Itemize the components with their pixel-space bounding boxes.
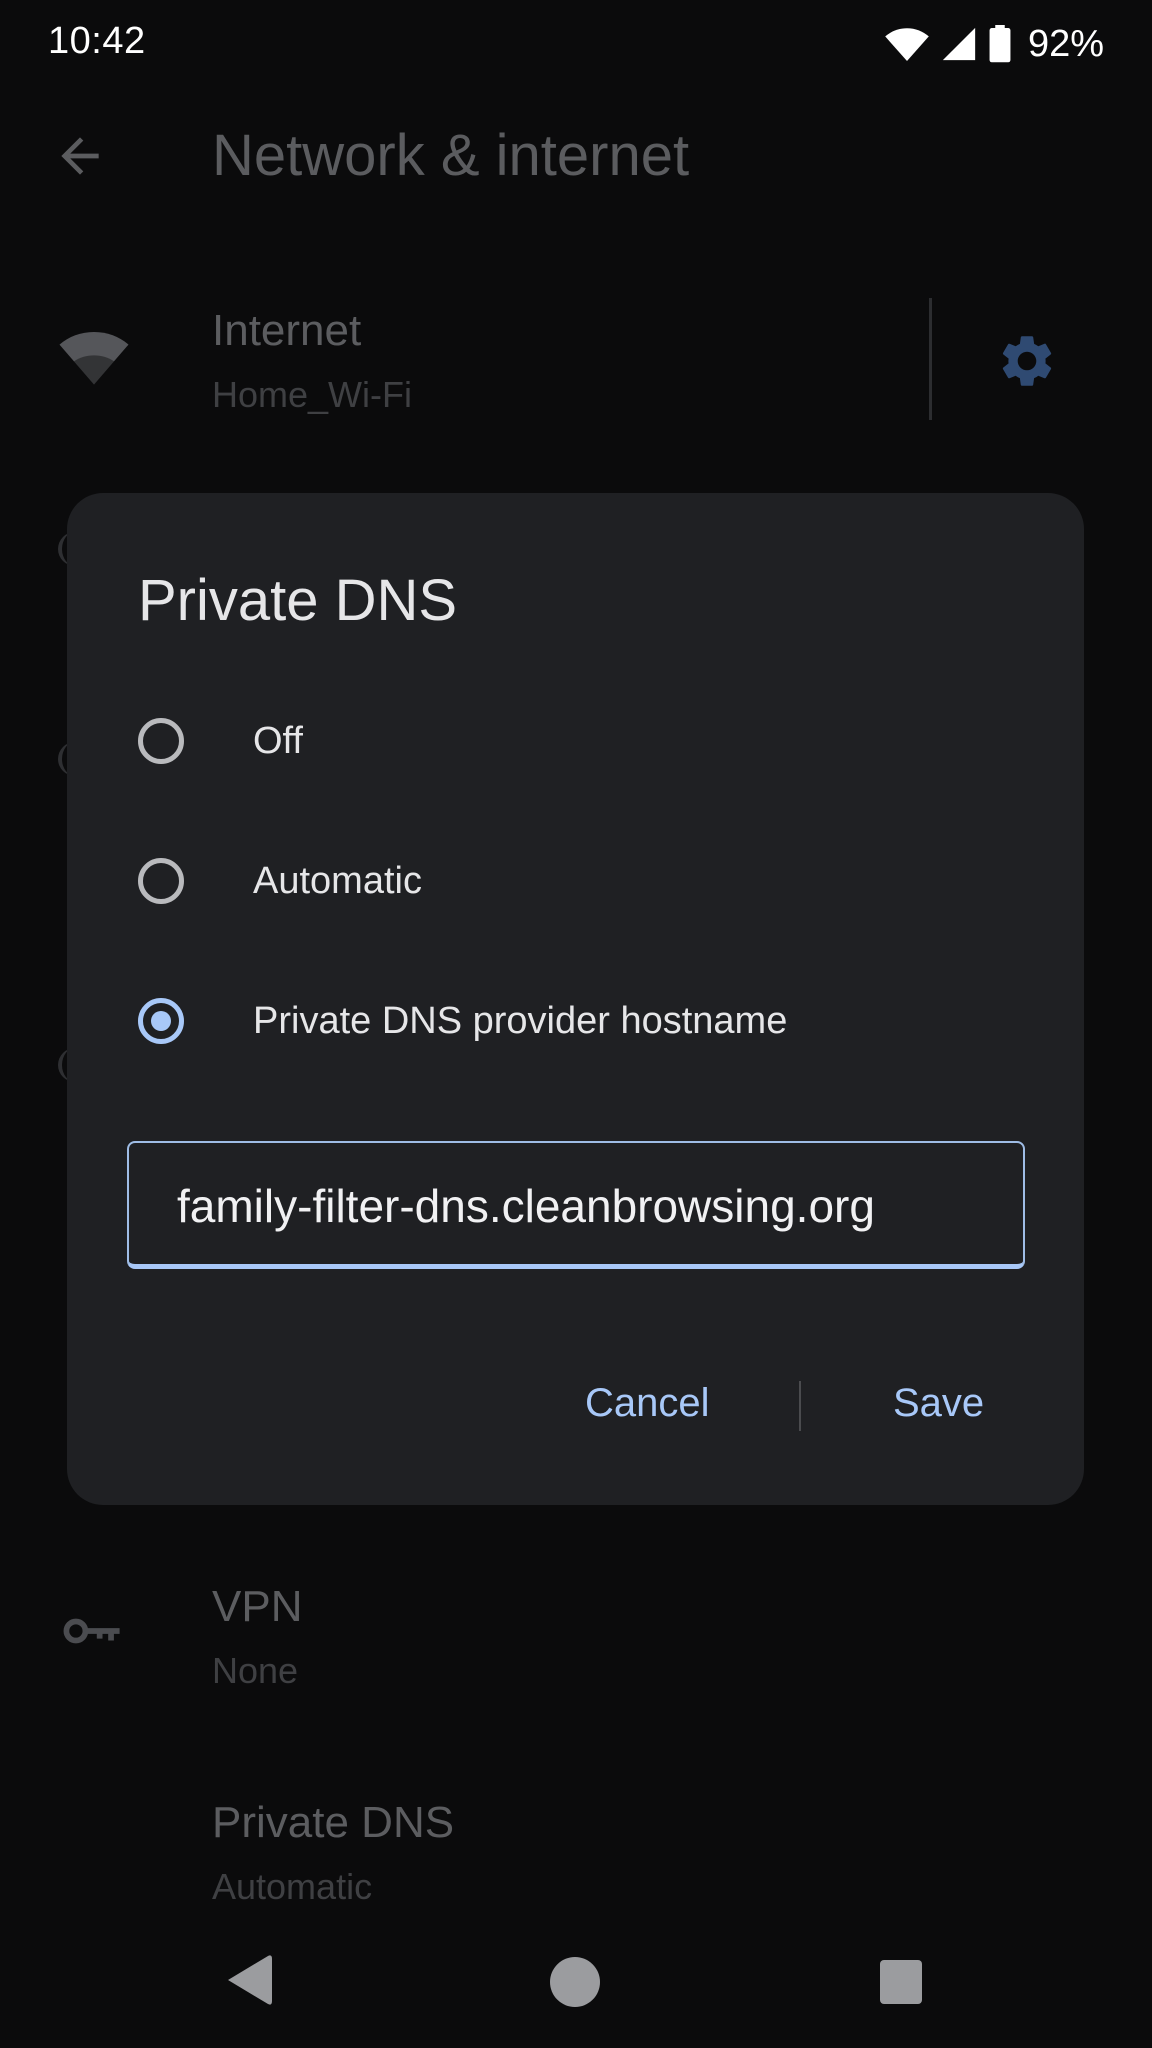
back-nav-icon[interactable] (226, 1952, 272, 2013)
vpn-item-subtitle: None (212, 1650, 299, 1691)
radio-label-off: Off (253, 720, 303, 762)
radio-selected-dot (151, 1011, 171, 1031)
private-dns-item-title[interactable]: Private DNS (212, 1798, 454, 1848)
navigation-bar (0, 1920, 1152, 2048)
button-divider (799, 1381, 801, 1431)
battery-icon (988, 25, 1012, 63)
internet-item-subtitle: Home_Wi-Fi (212, 374, 413, 415)
status-bar: 10:42 92% (0, 0, 1152, 88)
hostname-input-value[interactable]: family-filter-dns.cleanbrowsing.org (177, 1179, 875, 1233)
internet-item-title[interactable]: Internet (212, 306, 361, 356)
status-icons: 92% (884, 22, 1104, 66)
dialog-title: Private DNS (138, 568, 458, 633)
radio-label-provider-hostname: Private DNS provider hostname (253, 1000, 788, 1042)
home-nav-icon[interactable] (550, 1957, 600, 2012)
status-time: 10:42 (48, 20, 146, 62)
cancel-button[interactable]: Cancel (585, 1373, 710, 1433)
back-arrow-icon[interactable] (52, 128, 108, 189)
wifi-icon (58, 326, 130, 391)
internet-divider (929, 298, 932, 420)
page-title: Network & internet (212, 123, 690, 188)
radio-button-unchecked[interactable] (138, 858, 184, 904)
battery-percentage: 92% (1027, 22, 1104, 65)
screen: Network & internet Internet Home_Wi-Fi V… (0, 0, 1152, 2048)
radio-button-checked[interactable] (138, 998, 184, 1044)
gear-icon[interactable] (996, 330, 1058, 397)
vpn-item-title[interactable]: VPN (212, 1582, 302, 1632)
radio-option-provider-hostname[interactable]: Private DNS provider hostname (67, 966, 1084, 1086)
hostname-input[interactable]: family-filter-dns.cleanbrowsing.org (127, 1141, 1025, 1269)
vpn-key-icon (62, 1612, 124, 1655)
radio-option-off[interactable]: Off (67, 686, 1084, 806)
save-button[interactable]: Save (893, 1373, 984, 1433)
wifi-icon (884, 26, 930, 62)
private-dns-item-subtitle: Automatic (212, 1866, 373, 1907)
private-dns-dialog: Private DNS Off Automatic Private DNS pr… (67, 493, 1084, 1505)
radio-option-automatic[interactable]: Automatic (67, 826, 1084, 946)
recents-nav-icon[interactable] (880, 1960, 922, 2009)
cell-signal-icon (942, 27, 976, 61)
radio-button-unchecked[interactable] (138, 718, 184, 764)
radio-label-automatic: Automatic (253, 860, 422, 902)
